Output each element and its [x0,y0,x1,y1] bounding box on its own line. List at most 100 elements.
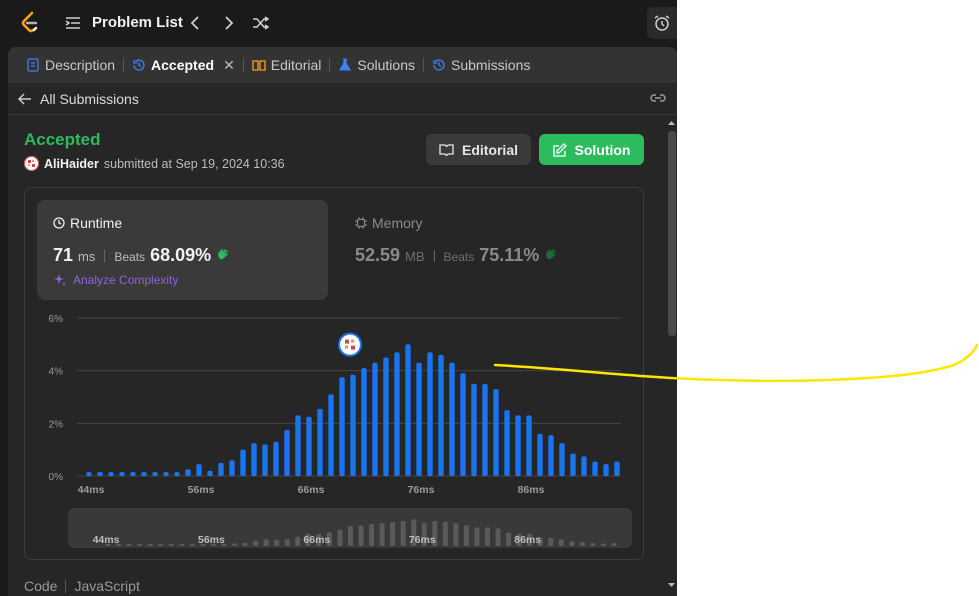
flask-icon [339,58,352,71]
scroll-down-icon[interactable] [666,580,677,590]
chart-bar[interactable] [394,352,400,476]
chart-bar[interactable] [174,472,180,476]
timer-button[interactable] [647,7,677,39]
chart-bar[interactable] [328,394,334,476]
mini-bar [147,544,153,546]
chart-bar[interactable] [339,377,345,476]
chart-bar[interactable] [592,461,598,476]
mini-bar [347,526,353,546]
avatar-icon [24,156,39,171]
chart-bar[interactable] [262,444,268,476]
chart-bar[interactable] [350,374,356,476]
chart-bar[interactable] [284,429,290,476]
memory-beats: 75.11% [479,245,540,265]
chart-bar[interactable] [97,472,103,476]
chart-bar[interactable] [317,408,323,476]
random-problem-button[interactable] [251,13,271,33]
chart-bar[interactable] [515,415,521,476]
chart-bar[interactable] [361,368,367,476]
chart-bar[interactable] [570,453,576,476]
chart-bar[interactable] [295,415,301,476]
chart-bar[interactable] [482,383,488,476]
chart-bar[interactable] [207,470,213,476]
beats-label: Beats [443,250,475,264]
clock-icon [53,217,65,229]
chart-bar[interactable] [405,344,411,476]
list-icon[interactable] [65,15,81,31]
y-tick-label: 0% [49,472,64,483]
chart-bar[interactable] [306,416,312,476]
tab-editorial[interactable]: Editorial [246,47,328,83]
chart-bar[interactable] [141,472,147,476]
chart-bar[interactable] [229,460,235,476]
chart-bar[interactable] [537,433,543,476]
prev-problem-button[interactable] [185,13,205,33]
tab-divider [329,58,331,72]
book-icon [439,144,454,156]
tab-solutions[interactable]: Solutions [332,47,421,83]
chart-bar[interactable] [86,472,92,476]
chart-bar[interactable] [614,461,620,476]
leetcode-logo[interactable] [19,11,41,35]
chart-bar[interactable] [108,472,114,476]
marker-pixel [351,345,355,350]
chart-bar[interactable] [581,456,587,476]
submitter-name[interactable]: AliHaider [44,157,99,171]
history-icon [133,59,145,71]
chart-bar[interactable] [163,472,169,476]
chart-bar[interactable] [460,373,466,476]
chart-bar[interactable] [383,357,389,477]
problem-list-link[interactable]: Problem List [92,14,183,31]
chart-bar[interactable] [471,383,477,476]
runtime-box[interactable]: Runtime 71 ms Beats 68.09% Analyze Compl… [37,200,328,300]
chart-bar[interactable] [449,362,455,476]
chart-bar[interactable] [438,354,444,476]
chart-bar[interactable] [152,472,158,476]
history-icon [433,59,445,71]
scroll-up-icon[interactable] [666,118,677,128]
chart-bar[interactable] [130,472,136,476]
tab-submissions[interactable]: Submissions [426,47,536,83]
chart-bar[interactable] [372,362,378,476]
mini-distribution-chart[interactable]: 44ms 56ms 66ms 76ms 86ms [68,508,632,548]
your-submission-marker [338,332,362,357]
editorial-button[interactable]: Editorial [426,134,531,165]
tab-description[interactable]: Description [20,47,121,83]
chart-bar[interactable] [559,443,565,476]
chart-bar[interactable] [273,441,279,476]
beats-label: Beats [114,250,146,264]
close-tab-icon[interactable]: ✕ [223,57,235,74]
memory-box[interactable]: Memory 52.59 MB Beats 75.11% [355,200,625,300]
top-bar: Problem List [0,0,677,46]
chart-bar[interactable] [493,389,499,476]
mini-bar [126,544,132,546]
chart-bar[interactable] [526,415,532,476]
chart-bar[interactable] [240,449,246,476]
submitted-at: submitted at Sep 19, 2024 10:36 [103,156,285,171]
chart-bar[interactable] [548,435,554,476]
chart-bar[interactable] [416,362,422,476]
language-label: JavaScript [74,578,140,594]
chart-range-navigator[interactable]: 44ms 56ms 66ms 76ms 86ms [68,508,632,548]
next-problem-button[interactable] [219,13,239,33]
chart-bar[interactable] [185,469,191,476]
chart-bar[interactable] [251,443,257,476]
mini-bar [495,528,501,546]
all-submissions-link[interactable]: All Submissions [18,91,139,107]
analyze-complexity-link[interactable]: Analyze Complexity [53,273,178,287]
scroll-thumb[interactable] [668,131,676,336]
solution-button[interactable]: Solution [539,134,644,165]
runtime-distribution-chart[interactable]: 6% 4% 2% 0% 44ms 56ms 66ms 76ms 86ms [25,306,643,506]
chart-bar[interactable] [218,462,224,476]
chart-bar[interactable] [196,464,202,476]
chart-bar[interactable] [427,352,433,476]
chart-bar[interactable] [504,410,510,476]
mini-bar [369,524,375,546]
tab-accepted[interactable]: Accepted ✕ [126,47,241,83]
mini-bar [485,527,490,546]
vertical-scrollbar[interactable] [666,116,677,596]
chart-bar[interactable] [603,464,609,476]
link-icon[interactable] [649,91,667,105]
chart-bar[interactable] [119,472,125,476]
avatar[interactable] [24,156,39,171]
